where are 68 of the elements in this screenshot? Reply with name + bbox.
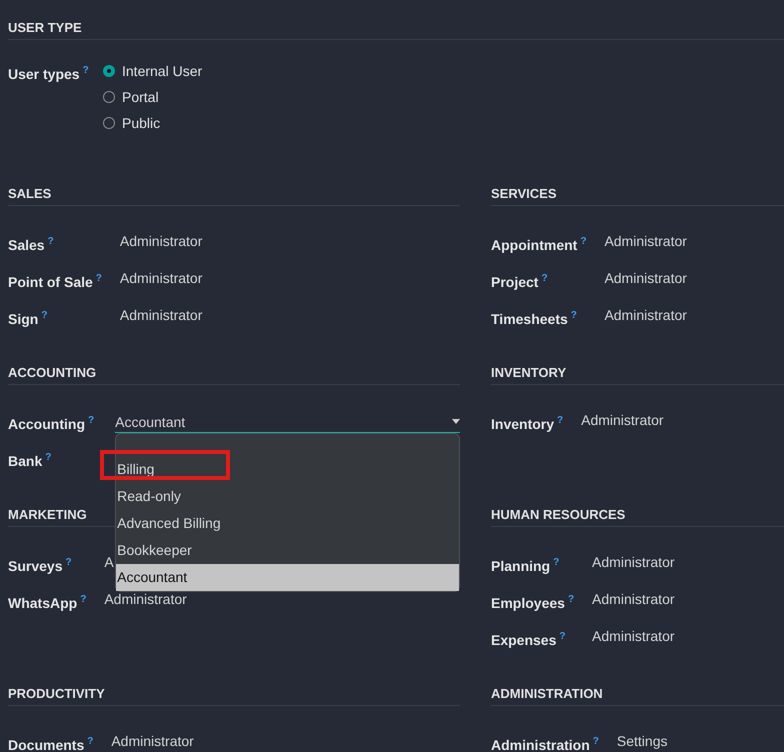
field-value: Administrator	[592, 554, 675, 570]
help-icon[interactable]: ?	[41, 310, 48, 321]
field-label: Accounting	[8, 416, 85, 432]
dropdown-option[interactable]: Accountant	[116, 564, 459, 591]
field-label: Planning	[491, 558, 550, 574]
help-icon[interactable]: ?	[48, 236, 54, 247]
caret-icon[interactable]	[452, 419, 460, 424]
field-value: Administrator	[120, 270, 202, 286]
dropdown-option[interactable]: Bookkeeper	[116, 537, 459, 564]
field-value: Settings	[616, 733, 668, 749]
field-label: Bank	[8, 453, 42, 469]
field-label: Surveys	[8, 558, 62, 574]
field-value: Administrator	[592, 628, 675, 644]
help-icon[interactable]: ?	[570, 310, 577, 321]
field-value: Administrator	[604, 307, 687, 323]
field-label: User types	[8, 66, 80, 82]
help-icon[interactable]: ?	[96, 273, 102, 284]
field-value: A	[104, 554, 114, 570]
field-value: Administrator	[604, 233, 687, 249]
field-label: Expenses	[491, 632, 556, 648]
help-icon[interactable]: ?	[557, 415, 564, 426]
field-label: Employees	[491, 595, 565, 611]
help-icon[interactable]: ?	[559, 631, 566, 642]
dropdown-option[interactable]: Billing	[116, 456, 459, 483]
help-icon[interactable]: ?	[88, 415, 94, 426]
radio-button[interactable]	[103, 117, 115, 129]
section-heading: HUMAN RESOURCES	[491, 504, 784, 527]
radio-label[interactable]: Portal	[122, 89, 159, 105]
radio-label[interactable]: Internal User	[122, 63, 202, 79]
field-label: WhatsApp	[8, 595, 78, 611]
field-label: Project	[491, 274, 538, 290]
section-heading: SALES	[8, 183, 460, 206]
help-icon[interactable]: ?	[541, 273, 548, 284]
field-value: Administrator	[120, 307, 202, 323]
help-icon[interactable]: ?	[82, 65, 89, 76]
section-heading: USER TYPE	[8, 17, 784, 40]
help-icon[interactable]: ?	[568, 594, 574, 605]
field-value: Administrator	[120, 233, 202, 249]
dropdown-option[interactable]: Advanced Billing	[116, 510, 459, 537]
help-icon[interactable]: ?	[80, 594, 86, 605]
dropdown-option[interactable]: Read-only	[116, 483, 459, 510]
section-heading: PRODUCTIVITY	[8, 683, 460, 706]
radio-button[interactable]	[103, 65, 115, 77]
field-label: Timesheets	[491, 311, 568, 327]
help-icon[interactable]: ?	[65, 557, 72, 568]
field-label: Sign	[8, 311, 38, 327]
field-label: Documents	[8, 737, 84, 752]
section-heading: ADMINISTRATION	[491, 683, 784, 706]
section-heading: INVENTORY	[491, 362, 784, 385]
help-icon[interactable]: ?	[592, 736, 599, 747]
field-label: Inventory	[491, 416, 554, 432]
radio-button[interactable]	[103, 91, 115, 103]
help-icon[interactable]: ?	[45, 452, 52, 463]
section-heading: SERVICES	[491, 183, 784, 206]
field-value: Administrator	[604, 270, 687, 286]
field-label: Sales	[8, 237, 45, 253]
field-label: Administration	[491, 737, 590, 752]
field-value: Administrator	[111, 733, 194, 749]
section-heading: ACCOUNTING	[8, 362, 460, 385]
radio-label[interactable]: Public	[122, 115, 160, 131]
field-label: Point of Sale	[8, 274, 93, 290]
field-value: Administrator	[592, 591, 675, 607]
field-label: Appointment	[491, 237, 578, 253]
help-icon[interactable]: ?	[87, 736, 94, 747]
help-icon[interactable]: ?	[580, 236, 586, 247]
field-value: Administrator	[581, 412, 664, 428]
field-value: Administrator	[104, 591, 187, 607]
help-icon[interactable]: ?	[553, 557, 560, 568]
